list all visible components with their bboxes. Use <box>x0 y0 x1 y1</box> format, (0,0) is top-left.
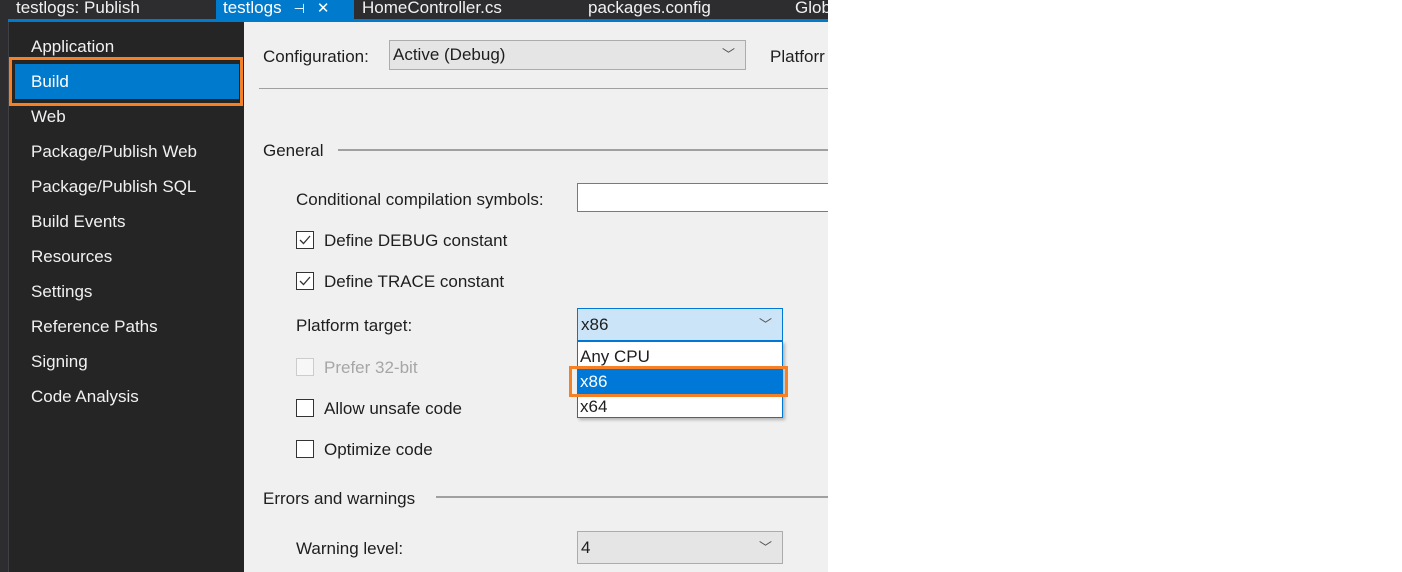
allow-unsafe-label: Allow unsafe code <box>324 399 462 418</box>
close-icon[interactable]: ✕ <box>317 1 330 17</box>
warning-level-select[interactable]: 4 ﹀ <box>577 531 783 564</box>
document-tab-strip: testlogs: Publish testlogs ⊣ ✕ HomeControl… <box>0 0 828 19</box>
define-debug-checkbox[interactable] <box>296 231 314 249</box>
tab-homecontroller[interactable]: HomeController.cs <box>362 0 502 19</box>
project-properties-sidebar: Application Build Web Package/Publish We… <box>8 22 245 572</box>
sidebar-item-package-publish-sql[interactable]: Package/Publish SQL <box>9 169 245 204</box>
define-debug-label: Define DEBUG constant <box>324 231 508 250</box>
optimize-code-checkbox[interactable] <box>296 440 314 458</box>
visual-studio-window: testlogs: Publish testlogs ⊣ ✕ HomeControl… <box>0 0 828 572</box>
tab-packages-config[interactable]: packages.config <box>588 0 711 19</box>
platform-option-x64[interactable]: x64 <box>578 394 782 419</box>
platform-target-label: Platform target: <box>296 316 413 335</box>
sidebar-item-signing[interactable]: Signing <box>9 344 245 379</box>
sidebar-item-resources[interactable]: Resources <box>9 239 245 274</box>
optimize-code-label: Optimize code <box>324 440 433 459</box>
checkmark-icon <box>299 276 311 286</box>
sidebar-item-label: Web <box>31 107 66 126</box>
section-title-general: General <box>263 141 324 160</box>
sidebar-item-label: Build <box>31 72 69 91</box>
pin-icon[interactable]: ⊣ <box>294 1 305 17</box>
define-trace-checkbox[interactable] <box>296 272 314 290</box>
sidebar-item-label: Application <box>31 37 115 56</box>
prefer-32bit-label: Prefer 32-bit <box>324 358 418 377</box>
platform-target-dropdown: Any CPU x86 x64 <box>577 341 783 418</box>
warning-level-label: Warning level: <box>296 539 404 558</box>
sidebar-item-build[interactable]: Build <box>15 64 239 99</box>
tab-label: Glob <box>795 0 828 17</box>
sidebar-item-label: Resources <box>31 247 113 266</box>
sidebar-item-reference-paths[interactable]: Reference Paths <box>9 309 245 344</box>
sidebar-item-settings[interactable]: Settings <box>9 274 245 309</box>
section-title-errors: Errors and warnings <box>263 489 416 508</box>
tab-testlogs[interactable]: testlogs ⊣ ✕ <box>216 0 354 19</box>
platform-option-x86[interactable]: x86 <box>578 369 782 394</box>
platform-target-value: x86 <box>581 315 609 334</box>
platform-option-any-cpu[interactable]: Any CPU <box>578 344 782 369</box>
build-properties-page: Configuration: Active (Debug) ﹀ Platforr… <box>244 22 828 572</box>
general-divider <box>338 149 828 151</box>
tab-testlogs-publish[interactable]: testlogs: Publish <box>16 0 140 19</box>
conditional-symbols-label: Conditional compilation symbols: <box>296 190 544 209</box>
define-trace-label: Define TRACE constant <box>324 272 505 291</box>
sidebar-item-application[interactable]: Application <box>9 29 245 64</box>
tab-global[interactable]: Glob <box>795 0 828 19</box>
tab-label: testlogs <box>223 0 282 17</box>
chevron-down-icon: ﹀ <box>758 540 772 555</box>
sidebar-item-package-publish-web[interactable]: Package/Publish Web <box>9 134 245 169</box>
warning-level-value: 4 <box>581 538 591 557</box>
sidebar-item-build-events[interactable]: Build Events <box>9 204 245 239</box>
sidebar-item-label: Code Analysis <box>31 387 139 406</box>
tab-label: HomeController.cs <box>362 0 502 17</box>
tab-label: packages.config <box>588 0 711 17</box>
header-divider <box>259 88 828 89</box>
platform-target-select[interactable]: x86 ﹀ <box>577 308 783 341</box>
errors-divider <box>436 496 828 498</box>
configuration-select[interactable]: Active (Debug) ﹀ <box>389 40 746 70</box>
sidebar-item-label: Signing <box>31 352 88 371</box>
sidebar-item-web[interactable]: Web <box>9 99 245 134</box>
prefer-32bit-checkbox <box>296 358 314 376</box>
sidebar-item-label: Build Events <box>31 212 126 231</box>
checkmark-icon <box>299 235 311 245</box>
tab-label: testlogs: Publish <box>16 0 140 17</box>
sidebar-item-label: Reference Paths <box>31 317 158 336</box>
configuration-label: Configuration: <box>263 47 369 66</box>
platform-label: Platforr <box>770 47 825 66</box>
chevron-down-icon: ﹀ <box>721 47 735 62</box>
configuration-value: Active (Debug) <box>393 45 506 64</box>
sidebar-item-label: Package/Publish SQL <box>31 177 197 196</box>
sidebar-item-label: Settings <box>31 282 93 301</box>
conditional-symbols-input[interactable] <box>577 183 828 212</box>
sidebar-item-code-analysis[interactable]: Code Analysis <box>9 379 245 414</box>
sidebar-item-label: Package/Publish Web <box>31 142 198 161</box>
chevron-down-icon: ﹀ <box>758 317 772 332</box>
left-gutter <box>0 19 8 572</box>
allow-unsafe-checkbox[interactable] <box>296 399 314 417</box>
